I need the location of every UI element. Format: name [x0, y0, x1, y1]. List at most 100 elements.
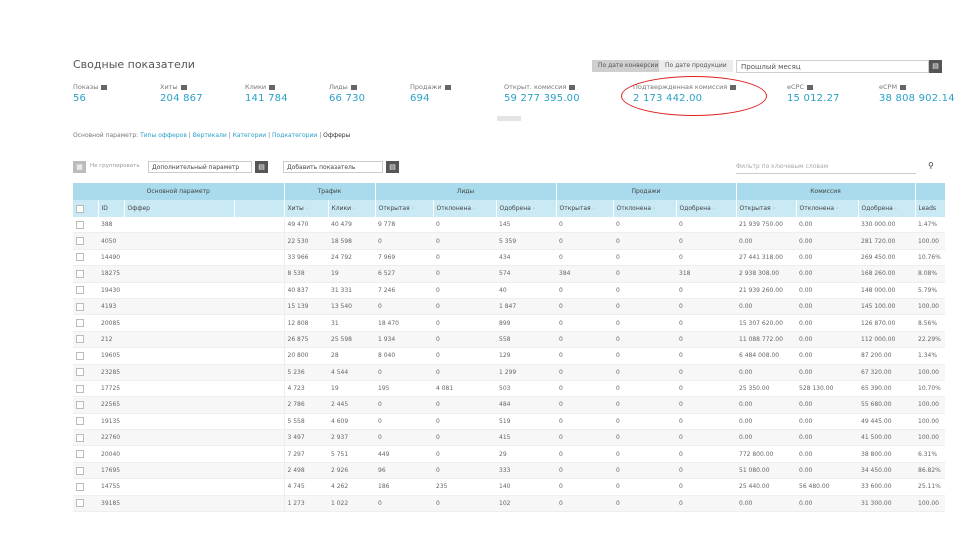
sort-icon[interactable]: ◦	[651, 206, 656, 212]
breadcrumb-link[interactable]: Категории	[233, 132, 267, 139]
group-by-label[interactable]: Не группировать	[90, 163, 140, 169]
toggle-by-product-date[interactable]: По дате продукции	[659, 60, 733, 72]
info-icon[interactable]	[180, 84, 187, 90]
row-checkbox-cell[interactable]	[73, 445, 98, 463]
cell-offer[interactable]	[124, 232, 285, 250]
table-row[interactable]: 19135 5 558 4 609 0 0 519 0 0 0 0.00 0.00 49 445.00…	[73, 413, 945, 431]
table-row[interactable]: 20085 12 808 31 18 470 0 899 0 0 0 15 307 620.00 0…	[73, 314, 945, 332]
table-row[interactable]: 18275 8 538 19 6 527 0 574 384 0 318 2 938 308.00…	[73, 265, 945, 283]
row-checkbox-cell[interactable]	[73, 364, 98, 381]
cell-offer[interactable]	[124, 495, 285, 513]
cell-offer[interactable]	[124, 445, 285, 463]
row-checkbox-cell[interactable]	[73, 478, 98, 496]
row-checkbox-cell[interactable]	[73, 331, 98, 349]
keyword-filter-input[interactable]: Фильтр по ключевым словам	[736, 161, 916, 174]
period-select[interactable]: Прошлый месяц	[736, 60, 929, 73]
table-row[interactable]: 17695 2 498 2 926 96 0 333 0 0 0 51 080.00 0.00 34 …	[73, 462, 945, 480]
cell-offer[interactable]	[124, 314, 285, 332]
row-checkbox-cell[interactable]	[73, 380, 98, 398]
table-row[interactable]: 22565 2 786 2 445 0 0 484 0 0 0 0.00 0.00 55 680.00…	[73, 396, 945, 414]
checkbox[interactable]	[76, 204, 84, 213]
cell-offer[interactable]	[124, 478, 285, 496]
cell-offer[interactable]	[124, 249, 285, 267]
column-header[interactable]: Открытая ◦	[375, 200, 434, 217]
row-checkbox-cell[interactable]	[73, 347, 98, 365]
row-checkbox-cell[interactable]	[73, 217, 98, 234]
cell-offer[interactable]	[124, 462, 285, 480]
sort-icon[interactable]: ◦	[591, 206, 595, 212]
checkbox[interactable]	[76, 286, 84, 295]
column-header[interactable]: ID	[98, 200, 125, 217]
row-checkbox-cell[interactable]	[73, 249, 98, 267]
table-row[interactable]: 388 49 470 40 479 9 778 0 145 0 0 0 21 939 750.00…	[73, 217, 945, 234]
column-header[interactable]: Клики ◦	[328, 200, 376, 217]
column-header[interactable]: Оффер	[124, 200, 235, 217]
sort-icon[interactable]: ◦	[304, 206, 308, 212]
add-metric-select[interactable]: Добавить показатель	[283, 161, 383, 173]
row-checkbox-cell[interactable]	[73, 282, 98, 299]
period-dropdown-button[interactable]: ▤	[929, 60, 942, 73]
table-row[interactable]: 14490 33 966 24 792 7 969 0 434 0 0 0 27 441 318.…	[73, 249, 945, 267]
column-header[interactable]: Отклонена ◦	[613, 200, 677, 217]
checkbox[interactable]	[76, 450, 84, 459]
cell-offer[interactable]	[124, 298, 285, 316]
table-row[interactable]: 19605 20 800 28 8 040 0 129 0 0 0 6 484 008.00 0.0…	[73, 347, 945, 365]
column-header[interactable]: Одобрена ◦	[496, 200, 557, 217]
row-checkbox-cell[interactable]	[73, 413, 98, 431]
additional-param-button[interactable]: ▤	[255, 161, 268, 173]
cell-offer[interactable]	[124, 265, 285, 283]
row-checkbox-cell[interactable]	[73, 429, 98, 447]
info-icon[interactable]	[350, 84, 357, 90]
sort-icon[interactable]: ◦	[351, 206, 356, 212]
cell-offer[interactable]	[124, 364, 285, 381]
table-row[interactable]: 4193 15 139 13 540 0 0 1 847 0 0 0 0.00 0.00 145 10…	[73, 298, 945, 316]
table-row[interactable]: 39185 1 273 1 022 0 0 102 0 0 0 0.00 0.00 31 300.00…	[73, 495, 945, 513]
checkbox[interactable]	[76, 253, 84, 262]
breadcrumb-link[interactable]: Подкатегории	[272, 132, 317, 139]
checkbox[interactable]	[76, 400, 84, 409]
row-checkbox-cell[interactable]	[73, 462, 98, 480]
sort-icon[interactable]: ◦	[834, 206, 839, 212]
columns-icon[interactable]: ▦	[73, 161, 86, 173]
breadcrumb-link[interactable]: Типы офферов	[140, 132, 187, 139]
checkbox[interactable]	[76, 499, 84, 508]
toggle-by-conversion-date[interactable]: По дате конверсии	[592, 60, 665, 72]
cell-offer[interactable]	[124, 380, 285, 398]
table-row[interactable]: 22760 3 497 2 937 0 0 415 0 0 0 0.00 0.00 41 500.00…	[73, 429, 945, 447]
table-row[interactable]: 4050 22 530 18 598 0 0 5 359 0 0 0 0.00 0.00 281 72…	[73, 232, 945, 250]
column-header[interactable]: Отклонена ◦	[796, 200, 859, 217]
checkbox[interactable]	[76, 417, 84, 426]
checkbox[interactable]	[76, 368, 84, 377]
checkbox[interactable]	[76, 220, 84, 229]
checkbox[interactable]	[76, 319, 84, 328]
info-icon[interactable]	[900, 84, 907, 90]
column-header[interactable]: Открытая ◦	[556, 200, 614, 217]
table-row[interactable]: 14755 4 745 4 262 186 235 140 0 0 0 25 440.00 56 4…	[73, 478, 945, 496]
column-header[interactable]: Отклонена ◦	[433, 200, 497, 217]
sort-icon[interactable]: ◦	[711, 206, 715, 212]
checkbox[interactable]	[76, 466, 84, 475]
breadcrumb-link[interactable]: Вертикали	[193, 132, 227, 139]
table-row[interactable]: 19430 40 837 31 331 7 246 0 40 0 0 0 21 939 260.0…	[73, 282, 945, 299]
scroll-indicator[interactable]	[497, 116, 521, 121]
cell-offer[interactable]	[124, 413, 285, 431]
checkbox[interactable]	[76, 433, 84, 442]
info-icon[interactable]	[101, 84, 108, 90]
info-icon[interactable]	[269, 84, 276, 90]
sort-icon[interactable]: ◦	[471, 206, 476, 212]
cell-offer[interactable]	[124, 331, 285, 349]
additional-param-select[interactable]: Дополнительный параметр	[148, 161, 252, 173]
cell-offer[interactable]	[124, 429, 285, 447]
cell-offer[interactable]	[124, 396, 285, 414]
column-header[interactable]	[234, 200, 285, 217]
column-header[interactable]: Leads	[915, 200, 946, 217]
checkbox[interactable]	[76, 384, 84, 393]
info-icon[interactable]	[569, 84, 576, 90]
row-checkbox-cell[interactable]	[73, 265, 98, 283]
search-icon[interactable]: ⚲	[928, 161, 934, 170]
column-header[interactable]: Одобрена ◦	[858, 200, 916, 217]
checkbox[interactable]	[76, 269, 84, 278]
checkbox[interactable]	[76, 482, 84, 491]
column-header[interactable]: Открытая ◦	[736, 200, 797, 217]
sort-icon[interactable]: ◦	[410, 206, 414, 212]
